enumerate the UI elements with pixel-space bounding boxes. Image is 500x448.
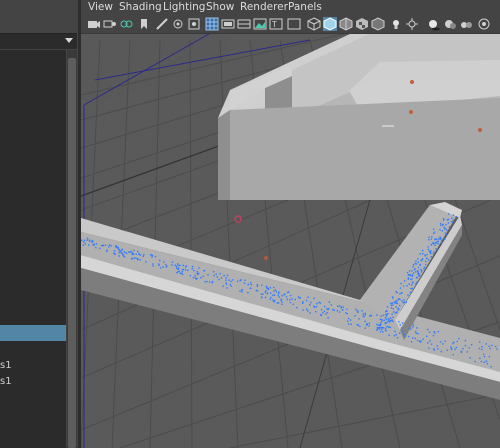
- light-icon[interactable]: [389, 17, 403, 31]
- grid-icon[interactable]: [205, 17, 219, 31]
- frame-all-icon[interactable]: [187, 17, 201, 31]
- camera-icon[interactable]: [87, 17, 101, 31]
- ambient-occlusion-icon[interactable]: [443, 17, 457, 31]
- smooth-shade-icon[interactable]: [323, 17, 337, 31]
- pivot-marker: [478, 128, 482, 132]
- xray-icon[interactable]: [371, 17, 385, 31]
- gate-mask-icon[interactable]: [287, 17, 301, 31]
- image-plane-icon[interactable]: [253, 17, 267, 31]
- film-gate-icon[interactable]: [119, 17, 133, 31]
- svg-text:T: T: [271, 20, 277, 29]
- safe-frame-icon[interactable]: [221, 17, 235, 31]
- tumble-icon[interactable]: [171, 17, 185, 31]
- menu-view[interactable]: View: [88, 1, 113, 13]
- chevron-down-icon[interactable]: [65, 38, 73, 43]
- outliner-row-label[interactable]: s1: [0, 360, 12, 371]
- pivot-marker: [409, 110, 413, 114]
- multisample-icon[interactable]: [459, 17, 473, 31]
- shadow-icon[interactable]: [427, 17, 441, 31]
- resolution-gate-icon[interactable]: [237, 17, 251, 31]
- menu-show[interactable]: Show: [206, 1, 234, 13]
- bookmark-icon[interactable]: [137, 17, 151, 31]
- menu-lighting[interactable]: Lighting: [163, 1, 205, 13]
- pivot-marker: [410, 80, 414, 84]
- menu-panels[interactable]: Panels: [288, 1, 322, 13]
- menu-renderer[interactable]: Renderer: [240, 1, 288, 13]
- perspective-viewport[interactable]: [81, 0, 500, 448]
- camera-attributes-icon[interactable]: [103, 17, 117, 31]
- textured-icon[interactable]: [355, 17, 369, 31]
- isolate-icon[interactable]: [477, 17, 491, 31]
- outliner-row-label[interactable]: s1: [0, 376, 12, 387]
- wireframe-icon[interactable]: [307, 17, 321, 31]
- outliner-selected-row[interactable]: [0, 325, 66, 341]
- outliner-list[interactable]: [0, 50, 66, 448]
- outliner-panel: s1 s1: [0, 0, 80, 448]
- menu-shading[interactable]: Shading: [119, 1, 162, 13]
- outliner-header: [0, 0, 80, 30]
- select-camera-icon[interactable]: [155, 17, 169, 31]
- hud-icon[interactable]: [405, 17, 419, 31]
- viewport-toolbar: T: [81, 16, 500, 34]
- viewport-menubar: View Shading Lighting Show Renderer Pane…: [81, 0, 500, 16]
- pivot-marker: [264, 256, 268, 260]
- wireframe-on-shaded-icon[interactable]: [339, 17, 353, 31]
- outliner-scrollbar-thumb[interactable]: [68, 58, 76, 448]
- field-chart-icon[interactable]: T: [269, 17, 283, 31]
- outliner-filter-dropdown[interactable]: [0, 33, 77, 49]
